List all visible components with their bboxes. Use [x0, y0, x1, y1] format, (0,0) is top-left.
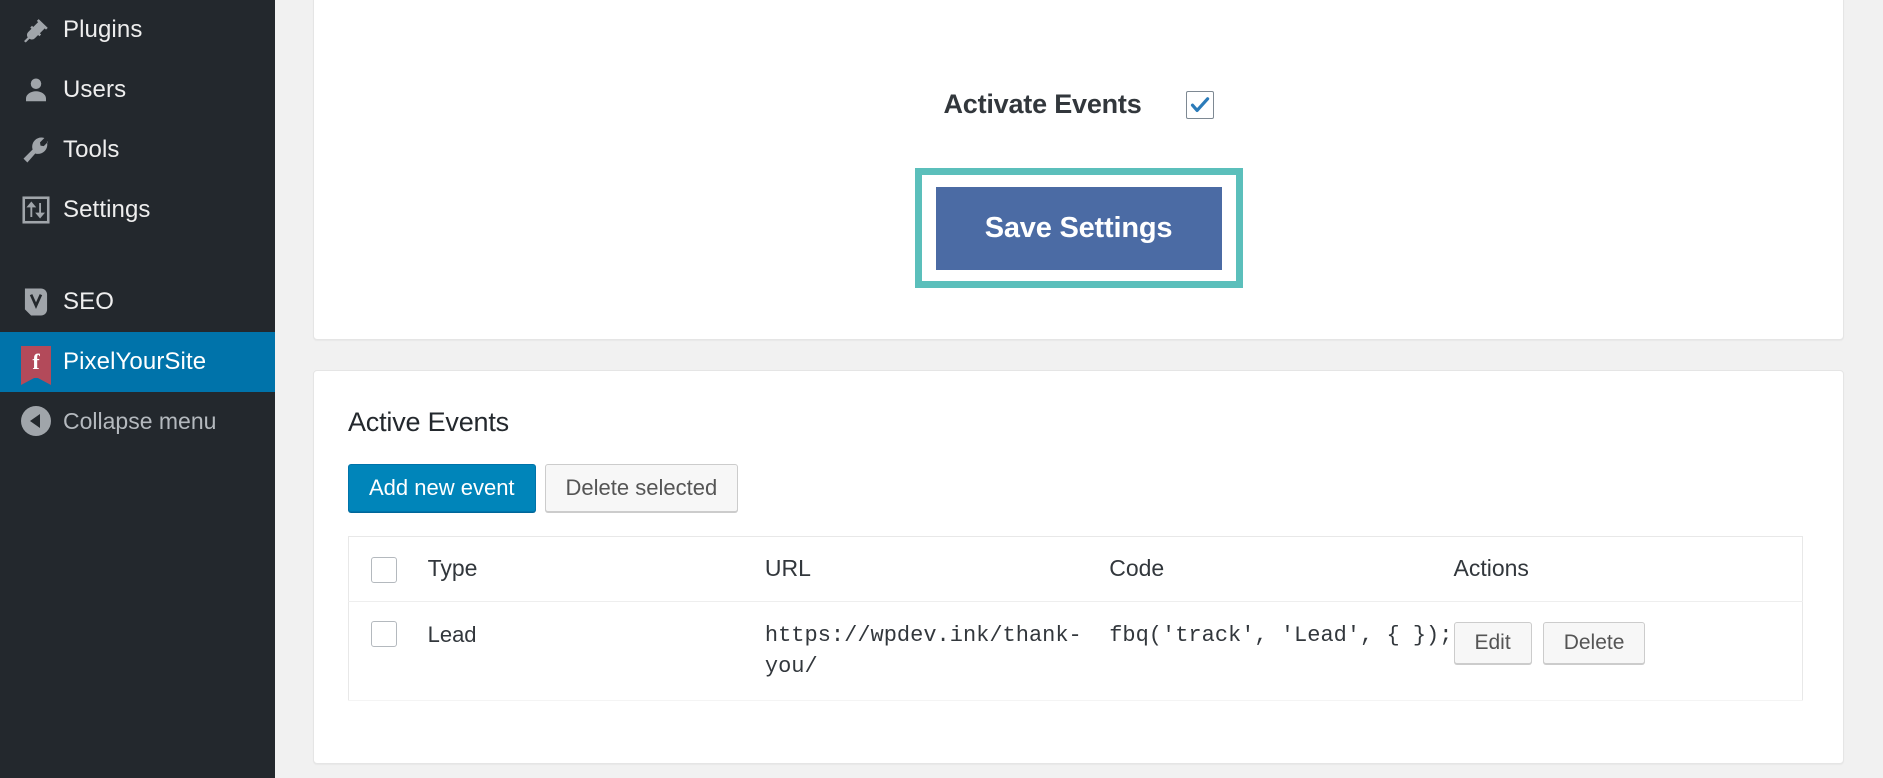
sidebar-item-label: SEO	[63, 288, 114, 316]
column-header-url: URL	[765, 537, 1109, 602]
delete-selected-button[interactable]: Delete selected	[545, 464, 739, 512]
events-toolbar: Add new event Delete selected	[348, 464, 1809, 512]
row-select-cell	[349, 601, 428, 700]
wrench-icon	[9, 135, 63, 165]
row-checkbox[interactable]	[371, 621, 397, 647]
events-table: Type URL Code Actions Lead https://wpdev…	[348, 536, 1803, 701]
row-code: fbq('track', 'Lead', { });	[1109, 601, 1453, 700]
add-new-event-button[interactable]: Add new event	[348, 464, 536, 512]
delete-button[interactable]: Delete	[1543, 622, 1646, 664]
plugin-icon	[9, 15, 63, 45]
activate-events-checkbox-wrap	[1186, 91, 1214, 119]
settings-panel: Activate Events Save Settings	[313, 0, 1844, 340]
checkmark-icon	[1189, 94, 1211, 116]
column-header-actions: Actions	[1454, 537, 1803, 602]
table-header-row: Type URL Code Actions	[349, 537, 1803, 602]
sidebar-item-settings[interactable]: Settings	[0, 180, 275, 240]
sidebar-separator	[0, 240, 275, 272]
edit-button[interactable]: Edit	[1454, 622, 1532, 664]
main-content: Activate Events Save Settings Active Eve…	[275, 0, 1883, 778]
sidebar-item-label: Plugins	[63, 16, 142, 44]
active-events-title: Active Events	[348, 407, 1809, 438]
select-all-checkbox[interactable]	[371, 557, 397, 583]
sidebar-item-plugins[interactable]: Plugins	[0, 0, 275, 60]
admin-sidebar: Plugins Users Tools	[0, 0, 275, 778]
collapse-menu-label: Collapse menu	[63, 408, 216, 435]
events-table-body: Lead https://wpdev.ink/thank-you/ fbq('t…	[349, 601, 1803, 700]
admin-screen: Plugins Users Tools	[0, 0, 1883, 778]
collapse-arrow-icon	[9, 406, 63, 436]
sidebar-item-label: Tools	[63, 136, 120, 164]
collapse-menu-button[interactable]: Collapse menu	[0, 392, 275, 450]
settings-sliders-icon	[9, 196, 63, 224]
sidebar-item-users[interactable]: Users	[0, 60, 275, 120]
save-settings-highlight: Save Settings	[915, 168, 1243, 288]
column-header-code: Code	[1109, 537, 1453, 602]
activate-events-checkbox[interactable]	[1186, 91, 1214, 119]
save-settings-button[interactable]: Save Settings	[936, 187, 1222, 270]
row-type: Lead	[428, 601, 765, 700]
row-actions: Edit Delete	[1454, 601, 1803, 700]
sidebar-item-tools[interactable]: Tools	[0, 120, 275, 180]
user-icon	[9, 75, 63, 105]
sidebar-item-label: Users	[63, 76, 126, 104]
select-all-header	[349, 537, 428, 602]
sidebar-item-label: PixelYourSite	[63, 348, 206, 376]
column-header-type: Type	[428, 537, 765, 602]
activate-events-label: Activate Events	[943, 89, 1141, 120]
sidebar-item-label: Settings	[63, 196, 151, 224]
yoast-seo-icon	[9, 286, 63, 318]
activate-events-row: Activate Events	[314, 89, 1843, 120]
events-table-head: Type URL Code Actions	[349, 537, 1803, 602]
row-url: https://wpdev.ink/thank-you/	[765, 601, 1109, 700]
active-events-panel: Active Events Add new event Delete selec…	[313, 370, 1844, 764]
facebook-pixel-icon: f	[9, 346, 63, 378]
table-row: Lead https://wpdev.ink/thank-you/ fbq('t…	[349, 601, 1803, 700]
sidebar-item-pixelyoursite[interactable]: f PixelYourSite	[0, 332, 275, 392]
sidebar-item-seo[interactable]: SEO	[0, 272, 275, 332]
